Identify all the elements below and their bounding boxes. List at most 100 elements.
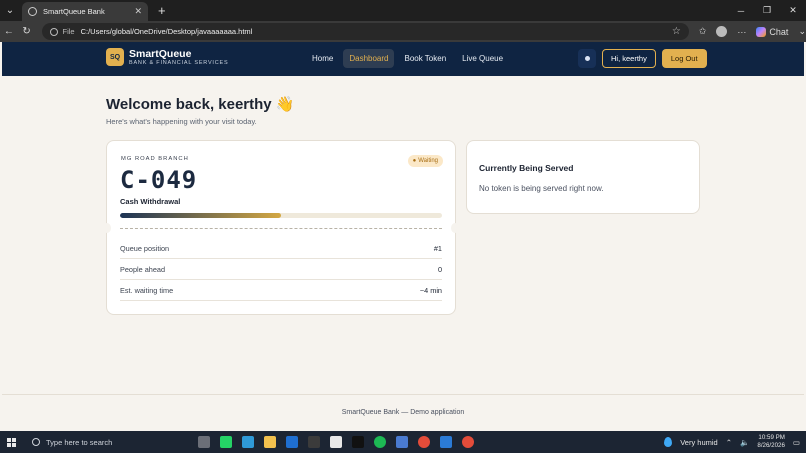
system-tray: Very humid ⌃ 🔈 10:59 PM 8/26/2026 ▭	[664, 431, 806, 453]
now-serving-title: Currently Being Served	[479, 163, 574, 173]
browser-tab-bar: ⌄ SmartQueue Bank ✕ + ─ ❐ ✕	[0, 0, 806, 21]
page-title: Welcome back, keerthy 👋	[106, 96, 295, 113]
reload-icon[interactable]: ↻	[18, 26, 36, 37]
task-view-icon[interactable]	[198, 436, 210, 448]
profile-avatar[interactable]	[716, 26, 728, 37]
branch-name: MG ROAD BRANCH	[121, 156, 189, 162]
taskbar-search[interactable]: Type here to search	[26, 431, 168, 453]
detail-value: #1	[433, 243, 442, 253]
url-field[interactable]: File C:/Users/global/OneDrive/Desktop/ja…	[41, 23, 689, 40]
ticket-notch-right	[451, 223, 459, 233]
nav-dashboard[interactable]: Dashboard	[343, 49, 395, 68]
chrome-icon[interactable]	[418, 436, 430, 448]
status-badge: ● Waiting	[407, 155, 443, 167]
detail-row: Queue position #1	[120, 238, 442, 259]
chrome-icon[interactable]	[462, 436, 474, 448]
window-controls: ─ ❐ ✕	[728, 0, 806, 21]
theme-toggle-button[interactable]	[578, 49, 596, 68]
weather-text[interactable]: Very humid	[680, 438, 718, 447]
detail-value: 0	[437, 264, 442, 274]
ticket-card: MG ROAD BRANCH ● Waiting C-049 Cash With…	[103, 140, 459, 315]
clock-time: 10:59 PM	[758, 434, 785, 441]
close-window-icon[interactable]: ✕	[780, 0, 806, 21]
chevron-down-icon[interactable]: ⌄	[798, 26, 806, 37]
brand[interactable]: SQ SmartQueue BANK & FINANCIAL SERVICES	[106, 48, 228, 66]
main-nav: Home Dashboard Book Token Live Queue	[306, 49, 509, 68]
detail-value: ~4 min	[419, 285, 442, 295]
detail-label: Queue position	[120, 243, 170, 253]
brand-logo-badge: SQ	[106, 48, 124, 66]
detail-row: Est. waiting time ~4 min	[120, 280, 442, 301]
page-subtitle: Here's what's happening with your visit …	[106, 117, 257, 126]
nav-book-token[interactable]: Book Token	[398, 49, 452, 68]
detail-row: People ahead 0	[120, 259, 442, 280]
dashboard-main: Welcome back, keerthy 👋 Here's what's ha…	[2, 76, 804, 429]
pinned-apps	[198, 436, 474, 448]
vscode-icon[interactable]	[440, 436, 452, 448]
page-footer: SmartQueue Bank — Demo application	[2, 394, 804, 429]
browser-toolbar-right: ✩ ··· Chat ⌄	[699, 26, 806, 37]
edge-icon[interactable]	[242, 436, 254, 448]
back-icon[interactable]: ←	[0, 26, 18, 37]
service-name: Cash Withdrawal	[120, 197, 181, 206]
detail-label: People ahead	[120, 264, 166, 274]
tray-chevron-icon[interactable]: ⌃	[726, 438, 732, 447]
restore-icon[interactable]: ❐	[754, 0, 780, 21]
moon-icon	[584, 56, 590, 61]
widgets-icon[interactable]	[396, 436, 408, 448]
app-header: SQ SmartQueue BANK & FINANCIAL SERVICES …	[2, 42, 804, 76]
whatsapp-icon[interactable]	[220, 436, 232, 448]
clock-date: 8/26/2026	[757, 442, 785, 449]
footer-text: SmartQueue Bank — Demo application	[341, 408, 465, 416]
token-number: C-049	[120, 166, 198, 194]
ticket-divider	[120, 228, 442, 229]
browser-tab[interactable]: SmartQueue Bank ✕	[22, 2, 148, 21]
clock[interactable]: 10:59 PM 8/26/2026	[757, 434, 785, 450]
status-dot-icon: ●	[412, 158, 417, 164]
weather-icon	[664, 437, 673, 447]
brand-tagline: BANK & FINANCIAL SERVICES	[129, 59, 229, 66]
tab-actions-icon[interactable]: ⌄	[0, 0, 20, 21]
copilot-icon	[756, 26, 767, 37]
queue-progress-fill	[120, 213, 281, 218]
logout-button[interactable]: Log Out	[661, 49, 707, 68]
tab-title: SmartQueue Bank	[43, 7, 105, 16]
favorite-star-icon[interactable]: ☆	[672, 26, 681, 37]
mail-icon[interactable]	[286, 436, 298, 448]
taskbar-search-placeholder: Type here to search	[46, 437, 113, 447]
taskbar: Type here to search Very humid ⌃ 🔈 10:59…	[0, 431, 806, 453]
nav-home[interactable]: Home	[306, 49, 339, 68]
url-scheme-label: File	[62, 27, 75, 36]
brand-name: SmartQueue	[129, 47, 192, 60]
user-greeting-button[interactable]: Hi, keerthy	[602, 49, 656, 68]
header-actions: Hi, keerthy Log Out	[578, 49, 707, 68]
globe-icon	[28, 7, 37, 16]
now-serving-card: Currently Being Served No token is being…	[466, 140, 700, 214]
notepad-icon[interactable]	[330, 436, 342, 448]
more-menu-icon[interactable]: ···	[737, 27, 746, 37]
queue-progress-bar	[120, 213, 442, 218]
nav-live-queue[interactable]: Live Queue	[456, 49, 509, 68]
ticket-details: Queue position #1 People ahead 0 Est. wa…	[120, 238, 442, 301]
address-bar-row: ← ↻ File C:/Users/global/OneDrive/Deskto…	[0, 21, 806, 42]
copilot-label: Chat	[769, 26, 789, 37]
spotify-icon[interactable]	[374, 436, 386, 448]
url-text: C:/Users/global/OneDrive/Desktop/javaaaa…	[80, 27, 253, 36]
file-explorer-icon[interactable]	[264, 436, 276, 448]
detail-label: Est. waiting time	[120, 285, 174, 295]
search-icon	[32, 438, 40, 446]
status-text: Waiting	[418, 158, 438, 164]
info-icon[interactable]	[49, 27, 58, 36]
ticket-notch-left	[103, 223, 111, 233]
now-serving-text: No token is being served right now.	[479, 184, 604, 193]
favorites-icon[interactable]: ✩	[699, 26, 707, 37]
app-icon[interactable]	[308, 436, 320, 448]
close-tab-icon[interactable]: ✕	[134, 6, 142, 17]
copilot-chat-button[interactable]: Chat	[756, 26, 789, 37]
new-tab-icon[interactable]: +	[158, 3, 166, 18]
notifications-icon[interactable]: ▭	[793, 438, 800, 447]
minimize-icon[interactable]: ─	[728, 0, 754, 21]
windows-start-icon[interactable]	[0, 431, 22, 453]
github-icon[interactable]	[352, 436, 364, 448]
volume-icon[interactable]: 🔈	[740, 438, 749, 447]
